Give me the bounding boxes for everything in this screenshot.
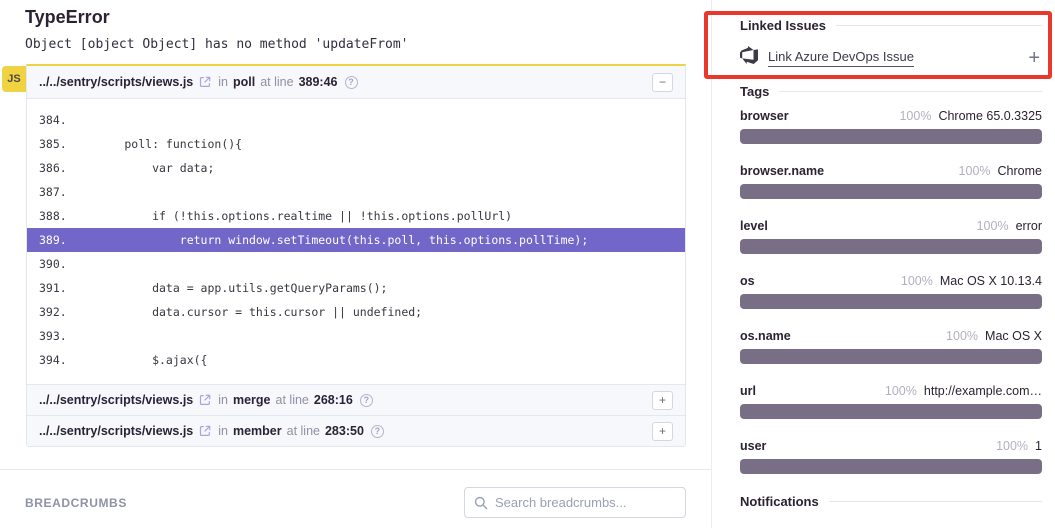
tag-value: Mac OS X 10.13.4 bbox=[940, 274, 1042, 288]
tag-key: browser bbox=[740, 109, 789, 123]
linked-issues-heading: Linked Issues bbox=[740, 18, 1042, 33]
link-azure-devops-row: Link Azure DevOps Issue + bbox=[740, 46, 1040, 69]
code-line: 386. var data; bbox=[27, 156, 685, 180]
code-line: 392. data.cursor = this.cursor || undefi… bbox=[27, 300, 685, 324]
heading-rule bbox=[836, 25, 1042, 26]
code-line: 390. bbox=[27, 252, 685, 276]
code-line: 391. data = app.utils.getQueryParams(); bbox=[27, 276, 685, 300]
tag-key: user bbox=[740, 439, 766, 453]
tags-list: browser 100% Chrome 65.0.3325 browser.name… bbox=[740, 109, 1042, 494]
frame-function-name: merge bbox=[233, 393, 271, 407]
expand-frame-button[interactable]: + bbox=[652, 422, 673, 441]
tag-percent: 100% bbox=[959, 164, 991, 178]
tag-percent: 100% bbox=[946, 329, 978, 343]
frame-help-icon[interactable]: ? bbox=[371, 425, 384, 438]
frame-at-line-word: at line bbox=[260, 75, 293, 89]
search-icon bbox=[474, 496, 488, 515]
frame-in-word: in bbox=[218, 393, 228, 407]
heading-rule bbox=[829, 501, 1042, 502]
sentry-issue-page: TypeError Object [object Object] has no … bbox=[0, 0, 1055, 528]
tag-distribution-bar[interactable] bbox=[740, 239, 1042, 254]
notifications-heading: Notifications bbox=[740, 494, 1042, 509]
tag-row-os-name: os.name 100% Mac OS X bbox=[740, 329, 1042, 364]
open-source-external-link-icon[interactable] bbox=[199, 394, 211, 406]
code-line: 387. bbox=[27, 180, 685, 204]
frame-line-column: 268:16 bbox=[314, 393, 353, 407]
link-azure-devops-issue-link[interactable]: Link Azure DevOps Issue bbox=[768, 49, 914, 67]
frame-function-name: member bbox=[233, 424, 282, 438]
code-line: 384. bbox=[27, 108, 685, 132]
code-line: 394. $.ajax({ bbox=[27, 348, 685, 372]
tag-key: os bbox=[740, 274, 755, 288]
stack-trace-panel: ../../sentry/scripts/views.js in poll at… bbox=[26, 64, 686, 447]
expand-frame-button[interactable]: + bbox=[652, 391, 673, 410]
tag-key: level bbox=[740, 219, 768, 233]
tag-key: browser.name bbox=[740, 164, 824, 178]
sidebar: Linked Issues Link Azure DevOps Issue + … bbox=[740, 0, 1042, 528]
sidebar-divider bbox=[711, 0, 712, 528]
frame-help-icon[interactable]: ? bbox=[345, 76, 358, 89]
tag-distribution-bar[interactable] bbox=[740, 404, 1042, 419]
frame-file-path: ../../sentry/scripts/views.js bbox=[39, 424, 193, 438]
frame-at-line-word: at line bbox=[287, 424, 320, 438]
tag-distribution-bar[interactable] bbox=[740, 459, 1042, 474]
collapse-frame-button[interactable]: − bbox=[652, 73, 673, 92]
frame-in-word: in bbox=[218, 75, 228, 89]
section-divider bbox=[0, 469, 711, 470]
code-line: 393. bbox=[27, 324, 685, 348]
tag-value: 1 bbox=[1035, 439, 1042, 453]
tag-row-browser-name: browser.name 100% Chrome bbox=[740, 164, 1042, 199]
tag-distribution-bar[interactable] bbox=[740, 184, 1042, 199]
tag-row-user: user 100% 1 bbox=[740, 439, 1042, 474]
error-type-title: TypeError bbox=[25, 7, 110, 28]
tag-row-browser: browser 100% Chrome 65.0.3325 bbox=[740, 109, 1042, 144]
tag-percent: 100% bbox=[899, 109, 931, 123]
frame-in-word: in bbox=[218, 424, 228, 438]
frame-line-column: 389:46 bbox=[299, 75, 338, 89]
tag-key: os.name bbox=[740, 329, 791, 343]
tag-distribution-bar[interactable] bbox=[740, 294, 1042, 309]
tag-percent: 100% bbox=[901, 274, 933, 288]
code-line: 388. if (!this.options.realtime || !this… bbox=[27, 204, 685, 228]
code-line-highlighted-crash: 389. return window.setTimeout(this.poll,… bbox=[27, 228, 685, 252]
frame-file-path: ../../sentry/scripts/views.js bbox=[39, 75, 193, 89]
tags-heading: Tags bbox=[740, 84, 1042, 99]
breadcrumbs-search-box[interactable] bbox=[464, 487, 686, 518]
tag-value: Chrome 65.0.3325 bbox=[938, 109, 1042, 123]
tag-distribution-bar[interactable] bbox=[740, 129, 1042, 144]
tag-row-os: os 100% Mac OS X 10.13.4 bbox=[740, 274, 1042, 309]
code-line: 385. poll: function(){ bbox=[27, 132, 685, 156]
tag-row-url: url 100% http://example.com… bbox=[740, 384, 1042, 419]
stack-frame-header-member[interactable]: ../../sentry/scripts/views.js in member … bbox=[27, 415, 685, 446]
tag-value: Mac OS X bbox=[985, 329, 1042, 343]
azure-devops-icon bbox=[740, 46, 758, 69]
platform-js-badge: JS bbox=[2, 66, 26, 92]
tag-value: error bbox=[1016, 219, 1042, 233]
add-linked-issue-button[interactable]: + bbox=[1028, 48, 1040, 68]
stack-frame-header-poll[interactable]: ../../sentry/scripts/views.js in poll at… bbox=[27, 66, 685, 99]
tag-percent: 100% bbox=[885, 384, 917, 398]
open-source-external-link-icon[interactable] bbox=[199, 425, 211, 437]
open-source-external-link-icon[interactable] bbox=[199, 76, 211, 88]
breadcrumbs-search-input[interactable] bbox=[465, 488, 685, 517]
tag-row-level: level 100% error bbox=[740, 219, 1042, 254]
tag-value: Chrome bbox=[998, 164, 1042, 178]
frame-line-column: 283:50 bbox=[325, 424, 364, 438]
frame-help-icon[interactable]: ? bbox=[360, 394, 373, 407]
tag-distribution-bar[interactable] bbox=[740, 349, 1042, 364]
frame-function-name: poll bbox=[233, 75, 255, 89]
tag-key: url bbox=[740, 384, 756, 398]
frame-at-line-word: at line bbox=[276, 393, 309, 407]
frame-file-path: ../../sentry/scripts/views.js bbox=[39, 393, 193, 407]
error-message: Object [object Object] has no method 'up… bbox=[25, 37, 409, 52]
heading-rule bbox=[779, 91, 1042, 92]
breadcrumbs-section-title: BREADCRUMBS bbox=[25, 496, 127, 510]
tag-percent: 100% bbox=[977, 219, 1009, 233]
stack-frame-header-merge[interactable]: ../../sentry/scripts/views.js in merge a… bbox=[27, 384, 685, 415]
tag-percent: 100% bbox=[996, 439, 1028, 453]
source-code-context: 384. 385. poll: function(){ 386. var dat… bbox=[27, 99, 685, 384]
tag-value: http://example.com… bbox=[924, 384, 1042, 398]
